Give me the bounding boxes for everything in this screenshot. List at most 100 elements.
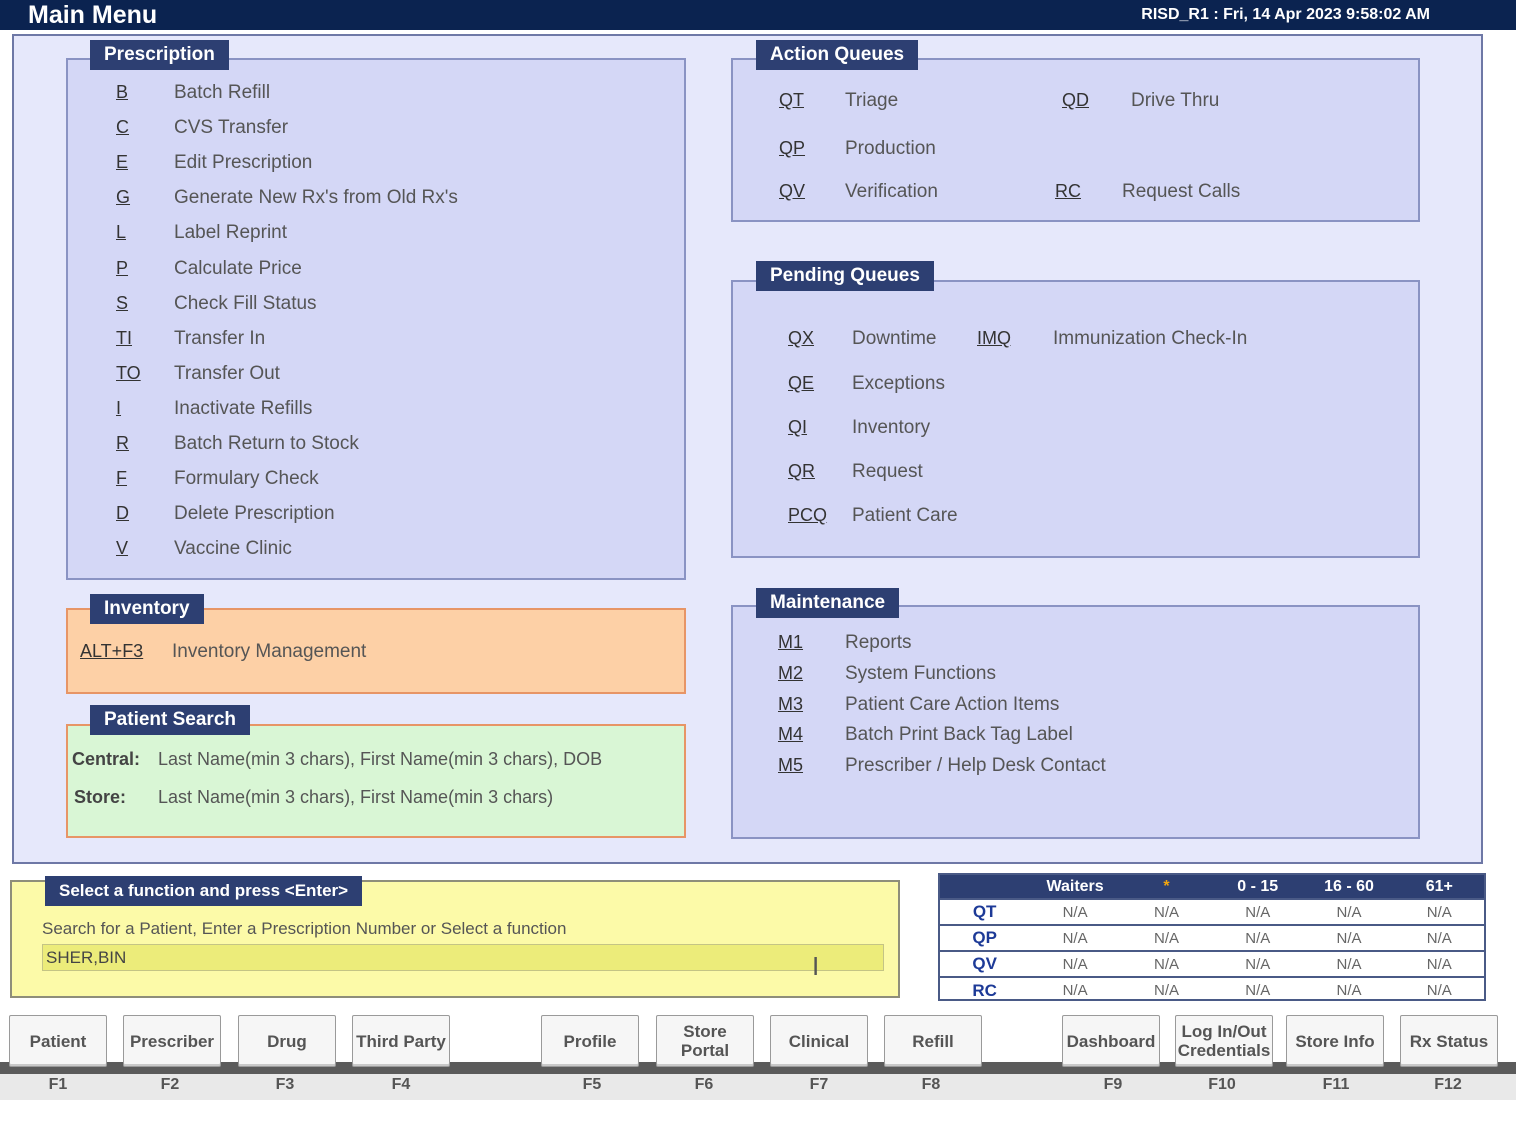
maintenance-header: Maintenance bbox=[756, 588, 900, 618]
menu-item-label: Edit Prescription bbox=[174, 152, 313, 174]
clinical-button[interactable]: Clinical bbox=[770, 1015, 868, 1067]
menu-item-label: Generate New Rx's from Old Rx's bbox=[174, 187, 458, 209]
waiters-table: Waiters * 0 - 15 16 - 60 61+ QT N/A N/A N/A… bbox=[938, 873, 1486, 1003]
queue-label: Drive Thru bbox=[1131, 90, 1220, 111]
f1-key-label: F1 bbox=[48, 1076, 68, 1093]
shortcut-key: L bbox=[116, 222, 127, 243]
shortcut-key: ALT+F3 bbox=[80, 641, 144, 661]
refill-button[interactable]: Refill bbox=[884, 1015, 982, 1067]
prescription-panel bbox=[66, 58, 686, 580]
shortcut-key: IMQ bbox=[977, 328, 1011, 348]
shortcut-key: QD bbox=[1062, 90, 1089, 110]
shortcut-key: B bbox=[116, 82, 129, 102]
waiters-cell: N/A bbox=[1120, 924, 1213, 951]
f3-key-label: F3 bbox=[275, 1076, 295, 1093]
menu-item-label: Calculate Price bbox=[174, 257, 302, 279]
maintenance-panel bbox=[731, 605, 1420, 839]
maintenance-item-label: Prescriber / Help Desk Contact bbox=[845, 755, 1106, 777]
f7-key-label: F7 bbox=[809, 1076, 829, 1093]
queue-code: QV bbox=[940, 950, 1030, 977]
f6-key-label: F6 bbox=[694, 1076, 714, 1093]
f8-key-label: F8 bbox=[921, 1076, 941, 1093]
patient-search-header: Patient Search bbox=[90, 705, 250, 735]
shortcut-key: M3 bbox=[778, 693, 804, 714]
queue-code: RC bbox=[940, 976, 1030, 1003]
command-header: Select a function and press <Enter> bbox=[45, 876, 363, 906]
f9-key-label: F9 bbox=[1103, 1076, 1123, 1093]
shortcut-key: QI bbox=[788, 417, 808, 437]
queue-label: Triage bbox=[845, 90, 899, 111]
shortcut-key: G bbox=[116, 187, 131, 208]
waiters-cell: N/A bbox=[1029, 924, 1121, 951]
waiters-cell: N/A bbox=[1303, 976, 1395, 1003]
store-portal-button[interactable]: Store Portal bbox=[656, 1015, 754, 1067]
store-label: Store: bbox=[74, 787, 127, 807]
store-format: Last Name(min 3 chars), First Name(min 3… bbox=[158, 787, 554, 807]
shortcut-key: QR bbox=[788, 461, 815, 481]
waiters-cell: N/A bbox=[1212, 898, 1304, 925]
waiters-row: QP N/A N/A N/A N/A N/A bbox=[940, 924, 1484, 951]
queue-label: Request Calls bbox=[1122, 181, 1241, 202]
patient-button[interactable]: Patient bbox=[9, 1015, 107, 1067]
command-input[interactable]: SHER,BIN bbox=[42, 944, 884, 971]
profile-button[interactable]: Profile bbox=[541, 1015, 639, 1067]
central-format: Last Name(min 3 chars), First Name(min 3… bbox=[158, 749, 603, 769]
menu-item-label: Label Reprint bbox=[174, 222, 288, 244]
queue-label: Inventory bbox=[852, 417, 931, 438]
drug-button[interactable]: Drug bbox=[238, 1015, 336, 1067]
function-key-labels bbox=[0, 1074, 1516, 1100]
menu-item-label: Inactivate Refills bbox=[174, 397, 313, 419]
title-bar: Main Menu RISD_R1 : Fri, 14 Apr 2023 9:5… bbox=[0, 0, 1516, 30]
rx-status-button[interactable]: Rx Status bbox=[1400, 1015, 1498, 1067]
shortcut-key: D bbox=[116, 503, 129, 524]
shortcut-key: QV bbox=[779, 181, 806, 201]
shortcut-key: F bbox=[116, 468, 127, 489]
queue-label: Request bbox=[852, 461, 923, 482]
waiters-cell: N/A bbox=[1120, 976, 1213, 1003]
prescriber-button[interactable]: Prescriber bbox=[123, 1015, 221, 1067]
log-in-out-credentials-button[interactable]: Log In/Out Credentials bbox=[1175, 1015, 1273, 1067]
f4-key-label: F4 bbox=[391, 1076, 411, 1093]
shortcut-key: I bbox=[116, 397, 122, 418]
shortcut-key: P bbox=[116, 257, 129, 278]
shortcut-key: M4 bbox=[778, 724, 804, 745]
maintenance-item-label: Reports bbox=[845, 632, 912, 653]
shortcut-key: C bbox=[116, 117, 129, 138]
text-cursor-icon: Ι bbox=[812, 951, 820, 981]
window-title: Main Menu bbox=[28, 1, 158, 29]
range-61-plus-header: 61+ bbox=[1394, 875, 1484, 899]
waiters-cell: N/A bbox=[1303, 924, 1395, 951]
shortcut-key: R bbox=[116, 433, 129, 453]
f10-key-label: F10 bbox=[1208, 1076, 1236, 1093]
pending-queues-panel bbox=[731, 280, 1420, 558]
waiters-cell: N/A bbox=[1212, 950, 1304, 977]
waiters-row: RC N/A N/A N/A N/A N/A bbox=[940, 976, 1484, 1003]
shortcut-key: RC bbox=[1055, 181, 1081, 201]
dashboard-button[interactable]: Dashboard bbox=[1062, 1015, 1160, 1067]
range-0-15-header: 0 - 15 bbox=[1212, 875, 1304, 899]
shortcut-key: E bbox=[116, 152, 129, 173]
third-party-button[interactable]: Third Party bbox=[352, 1015, 450, 1067]
shortcut-key: M2 bbox=[778, 662, 804, 683]
waiters-header-row: Waiters * 0 - 15 16 - 60 61+ bbox=[940, 875, 1484, 899]
waiters-cell: N/A bbox=[1029, 950, 1121, 977]
shortcut-key: QT bbox=[779, 90, 804, 110]
menu-item-label: Batch Refill bbox=[174, 82, 271, 103]
inventory-header: Inventory bbox=[90, 594, 204, 624]
waiters-cell: N/A bbox=[1120, 898, 1213, 925]
store-info-button[interactable]: Store Info bbox=[1286, 1015, 1384, 1067]
command-instructions: Search for a Patient, Enter a Prescripti… bbox=[42, 919, 567, 938]
waiters-row: QT N/A N/A N/A N/A N/A bbox=[940, 898, 1484, 925]
waiters-row: QV N/A N/A N/A N/A N/A bbox=[940, 950, 1484, 977]
waiters-cell: N/A bbox=[1029, 976, 1121, 1003]
waiters-cell: N/A bbox=[1120, 950, 1213, 977]
queue-label: Exceptions bbox=[852, 373, 945, 394]
f12-key-label: F12 bbox=[1434, 1076, 1462, 1093]
queue-label: Production bbox=[845, 138, 936, 159]
queue-label: Immunization Check-In bbox=[1053, 328, 1248, 349]
waiters-cell: N/A bbox=[1029, 898, 1121, 925]
range-16-60-header: 16 - 60 bbox=[1303, 875, 1395, 899]
queue-label: Verification bbox=[845, 181, 938, 202]
waiters-column-header: Waiters bbox=[1029, 875, 1121, 899]
waiters-cell: N/A bbox=[1212, 976, 1304, 1003]
